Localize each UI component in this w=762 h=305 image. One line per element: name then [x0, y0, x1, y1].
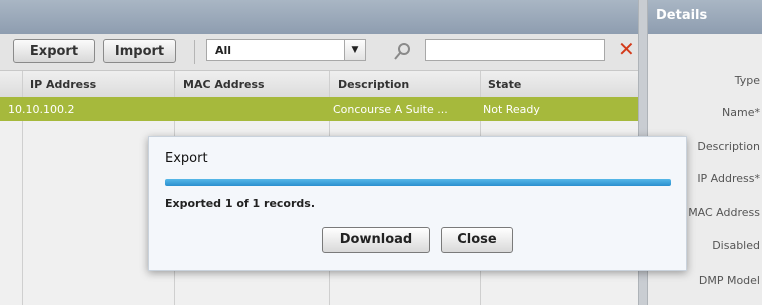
column-header-mac[interactable]: MAC Address	[183, 78, 265, 91]
column-header-state[interactable]: State	[488, 78, 521, 91]
clear-search-icon[interactable]: ✕	[618, 39, 636, 59]
field-label-mac: MAC Address	[688, 206, 760, 219]
table-row[interactable]: 10.10.100.2 Concourse A Suite ... Not Re…	[0, 97, 638, 121]
cell-state: Not Ready	[483, 103, 540, 116]
field-label-description: Description	[697, 140, 760, 153]
export-progress-bar	[165, 179, 671, 186]
toolbar-divider	[194, 40, 195, 64]
filter-select-value: All	[215, 44, 232, 57]
grid-header-bar	[0, 0, 638, 34]
progress-fill	[165, 179, 671, 186]
toolbar: Export Import All ▼ ✕	[0, 34, 638, 71]
close-button[interactable]: Close	[441, 227, 513, 253]
dialog-title: Export	[165, 151, 208, 166]
cell-ip: 10.10.100.2	[8, 103, 75, 116]
search-input[interactable]	[425, 39, 605, 61]
column-header-ip[interactable]: IP Address	[30, 78, 96, 91]
export-dialog: Export Exported 1 of 1 records. Download…	[148, 136, 687, 271]
search-icon[interactable]	[392, 40, 414, 62]
chevron-down-icon[interactable]: ▼	[344, 40, 365, 60]
details-header: Details	[648, 0, 762, 34]
dialog-message: Exported 1 of 1 records.	[165, 197, 316, 210]
cell-description: Concourse A Suite ...	[333, 103, 448, 116]
column-header-description[interactable]: Description	[338, 78, 409, 91]
field-label-ip: IP Address*	[697, 172, 760, 185]
download-button[interactable]: Download	[322, 227, 430, 253]
import-button[interactable]: Import	[103, 39, 176, 63]
field-label-disabled: Disabled	[712, 239, 760, 252]
field-label-type: Type	[734, 74, 760, 87]
field-label-name: Name*	[722, 106, 760, 119]
field-label-dmp-model: DMP Model	[698, 274, 760, 287]
details-title: Details	[656, 8, 708, 23]
table-header: IP Address MAC Address Description State	[0, 71, 638, 98]
filter-select[interactable]: All ▼	[206, 39, 366, 61]
export-button[interactable]: Export	[13, 39, 95, 63]
